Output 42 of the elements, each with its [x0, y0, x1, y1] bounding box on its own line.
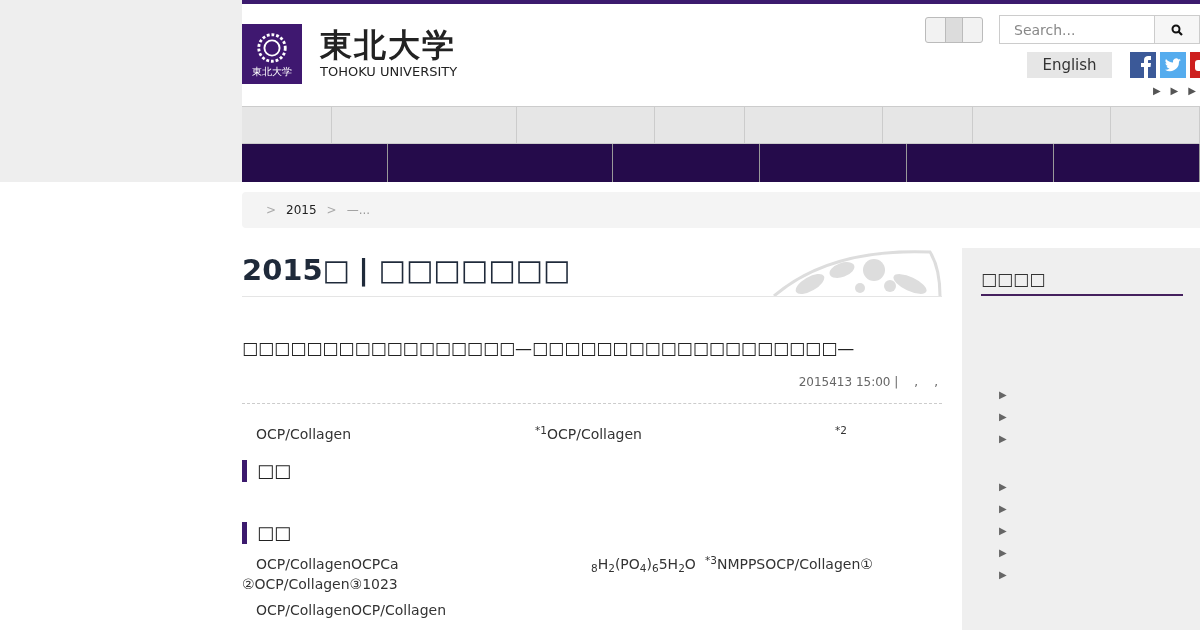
post-meta: , [914, 374, 919, 391]
paragraph-text: *2 [835, 424, 847, 438]
link-arrow[interactable]: ▶ [1152, 83, 1161, 98]
sidebar-link-arrow[interactable]: ▶ [999, 476, 1183, 498]
post-meta: 2015413 15:00 | [798, 374, 899, 391]
paragraph-text: $^{*1}$OCP/Collagen [535, 424, 642, 444]
sidebar-link-arrow[interactable]: ▶ [999, 498, 1183, 520]
breadcrumb-separator: > [326, 202, 337, 219]
section-heading: □□ [242, 460, 942, 482]
page-heading-title: | □□□□□□□ [358, 252, 571, 289]
link-arrow[interactable]: ▶ [1188, 83, 1196, 98]
page-heading-year: 2015□ [242, 252, 351, 289]
post-meta: , [934, 374, 938, 391]
article-title: □□□□□□□□□□□□□□□□□—□□□□□□□□□□□□□□□□□□□— [242, 337, 855, 360]
paragraph-text: OCP/CollagenOCP/Collagen [256, 601, 447, 620]
paragraph-text: OCP/Collagen [256, 425, 352, 444]
sidebar-link-arrow[interactable]: ▶ [999, 384, 1183, 406]
wreath-icon [254, 30, 290, 66]
search-icon [1171, 23, 1183, 36]
search-field[interactable]: Search... [999, 15, 1155, 44]
section-heading: □□ [242, 522, 942, 544]
logo-subtitle: TOHOKU UNIVERSITY [320, 64, 458, 80]
paragraph-text: ②OCP/Collagen③1023 [242, 575, 398, 594]
logo-title: 東北大学 [320, 26, 457, 64]
sidebar-link-arrow[interactable]: ▶ [999, 428, 1183, 450]
paragraph-text: $_{8}$H$_{2}$(PO$_{4}$)$_{6}$5H$_{2}$O [591, 555, 696, 574]
sidebar-link-arrow[interactable]: ▶ [999, 520, 1183, 542]
logo-mark-text: 東北大学 [252, 66, 292, 78]
link-arrow[interactable]: ▶ [1170, 83, 1179, 98]
toggle-knob[interactable] [945, 17, 963, 42]
sidebar-title: □□□□ [981, 268, 1183, 296]
facebook-icon[interactable] [1130, 52, 1156, 78]
search-button[interactable] [1155, 15, 1200, 44]
sidebar-link-arrow[interactable]: ▶ [999, 406, 1183, 428]
english-button[interactable]: English [1027, 52, 1112, 78]
sidebar-link-arrow[interactable]: ▶ [999, 564, 1183, 586]
display-toggle[interactable] [925, 16, 983, 43]
paragraph-text: $^{*3}$NMPPSOCP/Collagen① [705, 554, 873, 574]
paragraph-text: OCP/CollagenOCPCa [256, 555, 399, 574]
breadcrumb-link[interactable]: 2015 [286, 201, 317, 219]
sidebar-link-arrow[interactable]: ▶ [999, 542, 1183, 564]
breadcrumb-separator: > [266, 202, 277, 219]
